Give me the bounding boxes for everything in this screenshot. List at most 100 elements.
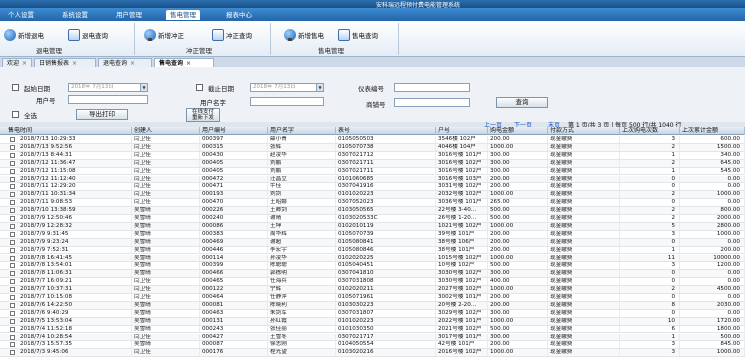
row-checkbox[interactable]	[10, 152, 15, 158]
column-header[interactable]: 付款方式	[548, 127, 620, 135]
row-checkbox[interactable]	[10, 287, 15, 293]
table-row[interactable]: 2018/7/10 13:38:59 吴雪晴 000226 王卿剑 0103050565…	[0, 207, 745, 215]
table-row[interactable]: 2018/7/11 12:29:20 闫卫佳 000471 牛佳 0307041916 3…	[0, 183, 745, 192]
end-date-picker[interactable]: 2018年 7月13日 ▼	[250, 83, 324, 92]
row-checkbox[interactable]	[10, 216, 15, 221]
table-row[interactable]: 2018/7/5 13:53:04 吴雪晴 000131 孙红霞 0101020223 2…	[0, 317, 745, 326]
select-all-checkbox[interactable]	[12, 111, 19, 118]
column-header[interactable]: 上次累计金额	[680, 127, 745, 135]
row-checkbox[interactable]	[10, 184, 15, 190]
column-header[interactable]: 上次购电次数	[620, 127, 680, 135]
menu-report[interactable]: 报表中心	[222, 10, 256, 20]
table-row[interactable]: 2018/7/6 14:22:50 吴雪晴 000081 陈晓利 0103030223 2…	[0, 301, 745, 310]
table-row[interactable]: 2018/7/11 9:08:53 闫卫佳 000470 王昭娜 0307052023 3…	[0, 199, 745, 208]
row-checkbox[interactable]	[10, 271, 15, 277]
chevron-down-icon[interactable]: ▼	[316, 84, 323, 91]
table-row[interactable]: 2018/7/9 12:50:46 吴雪晴 000240 谢晴 0103020533C 2…	[0, 215, 745, 223]
table-row[interactable]: 2018/7/13 8:44:31 闫卫佳 000430 赵凌华 0307021712 3…	[0, 151, 745, 160]
row-checkbox[interactable]	[10, 176, 15, 182]
new-correction-button[interactable]: 新增冲正	[144, 27, 184, 43]
row-checkbox[interactable]	[10, 200, 15, 206]
table-row[interactable]: 2018/7/9 12:28:32 吴雪晴 000086 王坤 0102010119 10…	[0, 222, 745, 231]
sale-query-button[interactable]: 售电查询	[338, 27, 378, 43]
row-checkbox[interactable]	[10, 342, 15, 348]
row-checkbox[interactable]	[10, 255, 15, 261]
new-refund-button[interactable]: 新增退电	[4, 27, 44, 43]
column-header[interactable]: 购电金额	[488, 127, 548, 135]
row-checkbox[interactable]	[10, 160, 15, 166]
table-row[interactable]: 2018/7/3 15:57:35 吴雪晴 000087 徐志刚 0104050554 4…	[0, 341, 745, 350]
row-checkbox[interactable]	[10, 223, 15, 229]
menu-system[interactable]: 系统设置	[58, 10, 92, 20]
table-row[interactable]: 2018/7/12 11:36:47 闫卫佳 000405 刘鹏 0307021711 3…	[0, 159, 745, 168]
row-checkbox[interactable]	[10, 263, 15, 269]
meter-no-input[interactable]	[394, 83, 470, 92]
column-header[interactable]: 用户编号	[200, 127, 268, 135]
row-checkbox[interactable]	[10, 318, 15, 324]
tab-welcome[interactable]: 欢迎 ×	[2, 58, 32, 67]
user-no-input[interactable]	[68, 95, 148, 104]
end-date-checkbox[interactable]	[196, 84, 203, 91]
row-checkbox[interactable]	[10, 231, 15, 237]
table-row[interactable]: 2018/7/13 9:52:56 闫卫佳 000315 张辉 0105070738 40…	[0, 143, 745, 152]
row-checkbox[interactable]	[10, 247, 15, 253]
tab-refund-query[interactable]: 退电查询 ×	[98, 58, 152, 67]
correction-query-button[interactable]: 冲正查询	[212, 27, 252, 43]
row-checkbox[interactable]	[10, 168, 15, 174]
refund-query-button[interactable]: 退电查询	[68, 27, 108, 43]
shop-no-input[interactable]	[394, 98, 470, 107]
table-row[interactable]: 2018/7/8 16:41:45 吴雪晴 000114 孙凌华 0102020225 1…	[0, 254, 745, 263]
chevron-down-icon[interactable]: ▼	[140, 84, 147, 91]
table-row[interactable]: 2018/7/4 10:28:54 闫卫佳 000427 王雪冬 0307021717 3…	[0, 333, 745, 342]
close-icon[interactable]: ×	[186, 60, 191, 67]
online-pay-resend-button[interactable]: 在线支付 重新下发	[186, 108, 220, 122]
tab-sale-query[interactable]: 售电查询 ×	[154, 58, 214, 67]
column-header[interactable]: 创建人	[132, 127, 200, 135]
close-icon[interactable]: ×	[72, 60, 77, 67]
row-checkbox[interactable]	[10, 295, 15, 300]
menu-personal[interactable]: 个人设置	[4, 10, 38, 20]
column-header[interactable]: 表号	[336, 127, 436, 135]
row-checkbox[interactable]	[10, 192, 15, 198]
row-checkbox[interactable]	[10, 137, 15, 142]
menu-user[interactable]: 用户管理	[112, 10, 146, 20]
row-checkbox[interactable]	[10, 310, 15, 316]
table-row[interactable]: 2018/7/12 11:12:40 闫卫佳 000472 汪昌立 0101060685…	[0, 175, 745, 184]
table-row[interactable]: 2018/7/4 11:52:18 吴雪晴 000243 张佳丽 0101030350 2…	[0, 325, 745, 334]
row-checkbox[interactable]	[10, 350, 15, 356]
row-checkbox[interactable]	[10, 279, 15, 285]
start-date-checkbox[interactable]	[12, 84, 19, 91]
table-row[interactable]: 2018/7/11 10:31:34 闫卫佳 000193 刘剑 0101020223 2…	[0, 191, 745, 200]
menu-sales[interactable]: 售电管理	[166, 10, 200, 20]
table-row[interactable]: 2018/7/12 11:15:08 闫卫佳 000405 刘鹏 0307021711 3…	[0, 167, 745, 176]
new-sale-button[interactable]: 新增售电	[284, 27, 324, 43]
row-checkbox[interactable]	[10, 208, 15, 214]
table-row[interactable]: 2018/7/8 13:54:01 吴雪晴 000399 陈聪聪 0105040451 1…	[0, 262, 745, 271]
row-checkbox[interactable]	[10, 326, 15, 332]
row-checkbox[interactable]	[10, 239, 15, 245]
table-row[interactable]: 2018/7/9 9:31:45 吴雪晴 000383 周华辉 0105070739 39…	[0, 230, 745, 239]
row-checkbox[interactable]	[10, 144, 15, 150]
row-checkbox[interactable]	[10, 302, 15, 308]
column-header[interactable]: 售电时间	[0, 127, 132, 135]
table-cell: 10号楼 102户	[436, 262, 488, 270]
close-icon[interactable]: ×	[130, 60, 135, 67]
table-row[interactable]: 2018/7/7 10:37:31 闫卫佳 000122 宁辉 0102020211 20…	[0, 286, 745, 294]
start-date-picker[interactable]: 2018年 7月13日 ▼	[68, 83, 148, 92]
table-row[interactable]: 2018/7/8 11:06:31 吴雪晴 000466 郭栋明 0307041810 3…	[0, 270, 745, 279]
table-row[interactable]: 2018/7/6 9:40:29 吴雪晴 000463 朱剑军 0307031807 30…	[0, 309, 745, 318]
column-header[interactable]: 用户名字	[268, 127, 336, 135]
table-row[interactable]: 2018/7/13 10:29:33 闫卫佳 000397 薛小青 0105050503…	[0, 136, 745, 144]
table-row[interactable]: 2018/7/9 7:52:31 吴雪晴 000446 李宏宇 0105080846 38…	[0, 246, 745, 255]
tab-daily-report[interactable]: 日销售报表 ×	[34, 58, 96, 67]
table-row[interactable]: 2018/7/3 9:45:06 闫卫佳 000176 程光望 0103020216 20…	[0, 349, 745, 358]
table-row[interactable]: 2018/7/9 9:23:24 吴雪晴 000469 谢超 0105080841 38号…	[0, 238, 745, 247]
query-button[interactable]: 查询	[496, 97, 548, 108]
table-row[interactable]: 2018/7/7 10:15:08 闫卫佳 000464 任静萍 0105071961 3…	[0, 294, 745, 302]
close-icon[interactable]: ×	[22, 60, 27, 67]
column-header[interactable]: 户号	[436, 127, 488, 135]
row-checkbox[interactable]	[10, 334, 15, 340]
table-row[interactable]: 2018/7/7 16:09:21 闫卫佳 000465 任海兵 0307031808 3…	[0, 278, 745, 287]
user-name-input[interactable]	[250, 97, 324, 106]
export-print-button[interactable]: 导出打印	[76, 109, 128, 120]
